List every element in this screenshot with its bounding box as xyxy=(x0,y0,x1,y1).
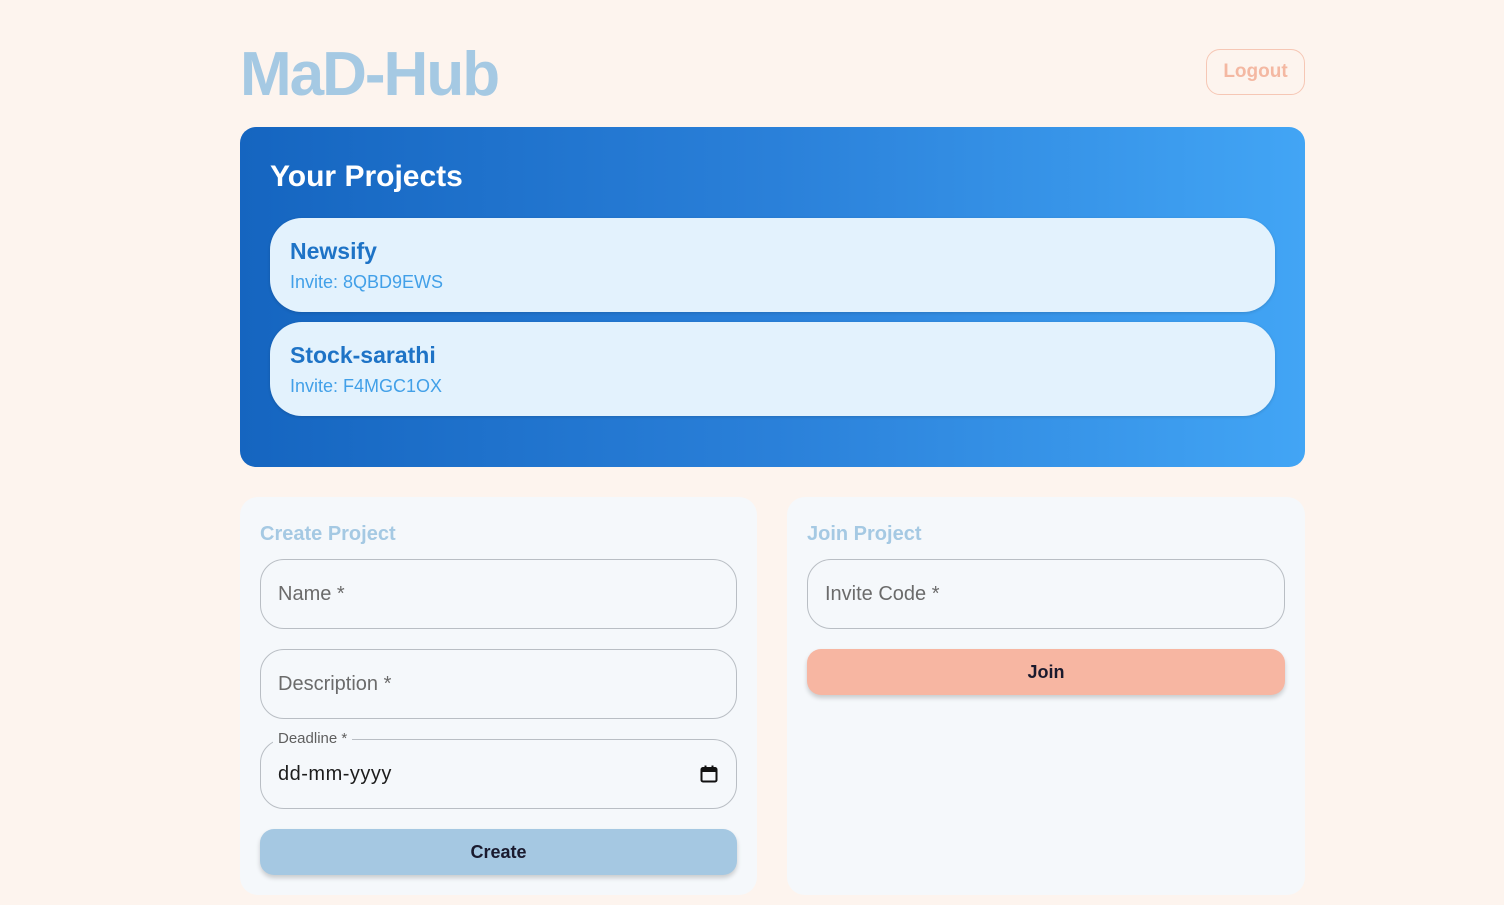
name-field[interactable] xyxy=(260,559,737,629)
join-project-panel: Join Project Join xyxy=(787,497,1305,895)
header: MaD-Hub Logout xyxy=(240,0,1305,127)
invite-code-input[interactable] xyxy=(825,582,1267,606)
deadline-label: Deadline * xyxy=(273,730,353,748)
deadline-input[interactable]: dd-mm-yyyy xyxy=(278,763,699,786)
deadline-field[interactable]: Deadline * dd-mm-yyyy xyxy=(260,730,737,809)
logout-button[interactable]: Logout xyxy=(1206,49,1305,95)
app-logo: MaD-Hub xyxy=(240,40,500,109)
join-button[interactable]: Join xyxy=(807,649,1285,695)
project-name: Newsify xyxy=(290,238,377,264)
project-invite-code: Invite: F4MGC1OX xyxy=(290,376,443,396)
description-field[interactable] xyxy=(260,649,737,719)
projects-card: Your Projects Newsify Invite: 8QBD9EWS S… xyxy=(240,127,1305,467)
create-project-panel: Create Project Deadline * dd-mm-yyyy Cre… xyxy=(240,497,757,895)
project-name: Stock-sarathi xyxy=(290,342,436,368)
project-item[interactable]: Stock-sarathi Invite: F4MGC1OX xyxy=(270,322,1275,416)
project-item[interactable]: Newsify Invite: 8QBD9EWS xyxy=(270,218,1275,312)
project-invite-code: Invite: 8QBD9EWS xyxy=(290,272,444,292)
projects-title: Your Projects xyxy=(270,160,463,193)
calendar-icon[interactable] xyxy=(699,764,719,784)
app-container: MaD-Hub Logout Your Projects Newsify Inv… xyxy=(240,0,1305,895)
create-button[interactable]: Create xyxy=(260,829,737,875)
description-input[interactable] xyxy=(278,672,719,696)
name-input[interactable] xyxy=(278,582,719,606)
create-project-title: Create Project xyxy=(260,523,396,545)
invite-code-field[interactable] xyxy=(807,559,1285,629)
join-project-title: Join Project xyxy=(807,523,922,545)
